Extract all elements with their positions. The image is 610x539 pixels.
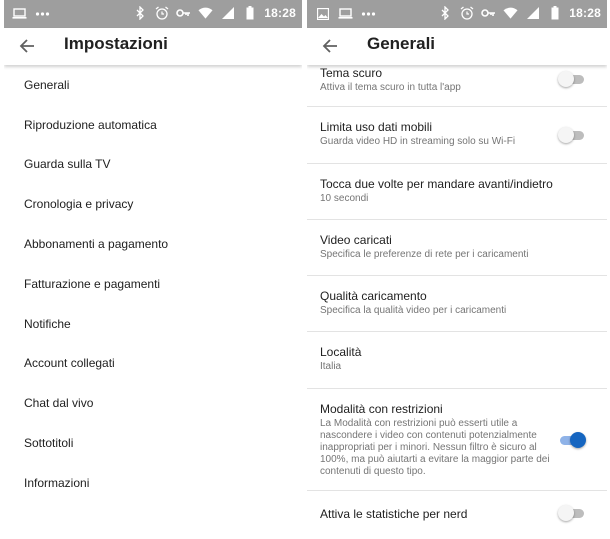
laptop-icon xyxy=(12,6,27,21)
setting-localita[interactable]: Località Italia xyxy=(307,332,607,389)
setting-subtitle: La Modalità con restrizioni può esserti … xyxy=(320,418,550,477)
setting-title: Qualità caricamento xyxy=(320,289,427,303)
menu-item-account-collegati[interactable]: Account collegati xyxy=(4,344,302,384)
app-bar: Impostazioni xyxy=(4,28,302,65)
settings-menu: Generali Riproduzione automatica Guarda … xyxy=(4,65,302,503)
modalita-restrizioni-toggle[interactable] xyxy=(558,432,586,448)
battery-icon xyxy=(242,5,257,20)
laptop-icon xyxy=(338,6,353,21)
bluetooth-icon xyxy=(132,5,147,20)
menu-item-abbonamenti[interactable]: Abbonamenti a pagamento xyxy=(4,224,302,264)
setting-limita-uso-dati[interactable]: Limita uso dati mobili Guarda video HD i… xyxy=(307,107,607,164)
setting-subtitle: Guarda video HD in streaming solo su Wi-… xyxy=(320,136,516,147)
bluetooth-icon xyxy=(437,5,452,20)
menu-item-chat-dal-vivo[interactable]: Chat dal vivo xyxy=(4,383,302,423)
status-bar: 18:28 xyxy=(4,0,302,28)
limita-uso-dati-toggle[interactable] xyxy=(558,127,586,143)
setting-tocca-due-volte[interactable]: Tocca due volte per mandare avanti/indie… xyxy=(307,164,607,220)
setting-title: Tema scuro xyxy=(320,66,383,80)
general-settings-list: Tema scuro Attiva il tema scuro in tutta… xyxy=(307,65,607,539)
status-time: 18:28 xyxy=(569,5,601,20)
setting-tema-scuro[interactable]: Tema scuro Attiva il tema scuro in tutta… xyxy=(307,65,607,107)
page-title: Impostazioni xyxy=(64,34,168,53)
back-arrow-icon[interactable] xyxy=(18,37,36,55)
wifi-icon xyxy=(198,5,213,20)
tema-scuro-toggle[interactable] xyxy=(558,71,586,87)
setting-title: Località xyxy=(320,345,362,359)
statistiche-nerd-toggle[interactable] xyxy=(558,505,586,521)
signal-icon xyxy=(220,5,235,20)
setting-subtitle: Specifica le preferenze di rete per i ca… xyxy=(320,249,529,260)
status-bar: 18:28 xyxy=(307,0,607,28)
setting-title: Video caricati xyxy=(320,233,392,247)
menu-item-fatturazione[interactable]: Fatturazione e pagamenti xyxy=(4,264,302,304)
setting-title: Tocca due volte per mandare avanti/indie… xyxy=(320,177,553,191)
alarm-icon xyxy=(459,5,474,20)
alarm-icon xyxy=(154,5,169,20)
app-bar: Generali xyxy=(307,28,607,65)
general-settings-screen: 18:28 Generali Tema scuro Attiva il tema… xyxy=(307,0,607,539)
menu-item-cronologia-privacy[interactable]: Cronologia e privacy xyxy=(4,184,302,224)
menu-item-generali[interactable]: Generali xyxy=(4,65,302,105)
menu-item-guarda-sulla-tv[interactable]: Guarda sulla TV xyxy=(4,145,302,185)
key-icon xyxy=(176,5,191,20)
setting-title: Limita uso dati mobili xyxy=(320,120,433,134)
setting-subtitle: Attiva il tema scuro in tutta l'app xyxy=(320,82,461,93)
page-title: Generali xyxy=(367,34,436,53)
setting-title: Modalità con restrizioni xyxy=(320,402,443,416)
battery-icon xyxy=(547,5,562,20)
setting-qualita-caricamento[interactable]: Qualità caricamento Specifica la qualità… xyxy=(307,276,607,332)
status-time: 18:28 xyxy=(264,5,296,20)
setting-modalita-restrizioni[interactable]: Modalità con restrizioni La Modalità con… xyxy=(307,389,607,491)
dots-icon xyxy=(361,6,376,21)
setting-subtitle: 10 secondi xyxy=(320,193,369,204)
setting-statistiche-nerd[interactable]: Attiva le statistiche per nerd xyxy=(307,491,607,539)
back-arrow-icon[interactable] xyxy=(321,37,339,55)
setting-subtitle: Specifica la qualità video per i caricam… xyxy=(320,305,507,316)
setting-video-caricati[interactable]: Video caricati Specifica le preferenze d… xyxy=(307,220,607,276)
setting-title: Attiva le statistiche per nerd xyxy=(320,507,468,521)
dots-icon xyxy=(35,6,50,21)
menu-item-sottotitoli[interactable]: Sottotitoli xyxy=(4,423,302,463)
menu-item-informazioni[interactable]: Informazioni xyxy=(4,463,302,503)
image-icon xyxy=(315,6,330,21)
signal-icon xyxy=(525,5,540,20)
key-icon xyxy=(481,5,496,20)
settings-screen: 18:28 Impostazioni Generali Riproduzione… xyxy=(4,0,302,539)
wifi-icon xyxy=(503,5,518,20)
menu-item-notifiche[interactable]: Notifiche xyxy=(4,304,302,344)
menu-item-riproduzione-automatica[interactable]: Riproduzione automatica xyxy=(4,105,302,145)
setting-subtitle: Italia xyxy=(320,361,342,372)
